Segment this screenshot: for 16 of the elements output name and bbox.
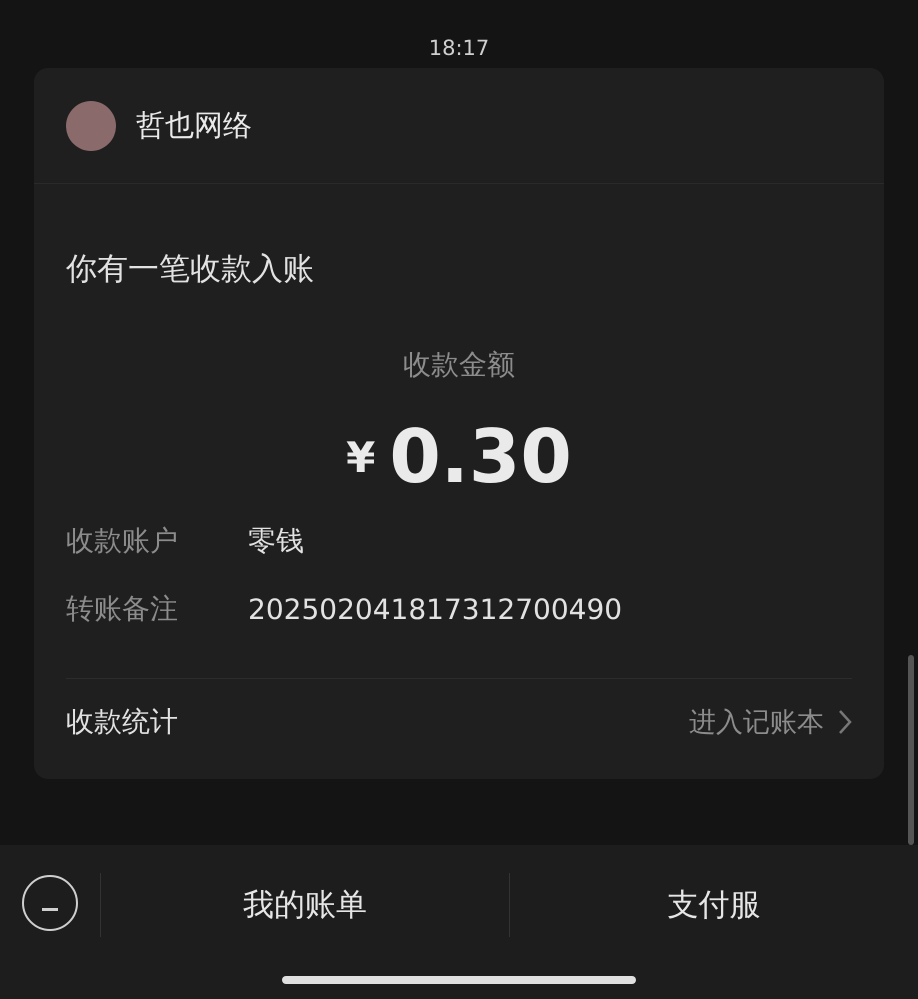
amount-value: 0.30 [389, 414, 572, 500]
menu-item[interactable]: 支付服 [509, 873, 918, 937]
ledger-link[interactable]: 进入记账本 [689, 704, 852, 740]
menu-item[interactable]: 我的账单 [100, 873, 509, 937]
detail-value: 零钱 [248, 523, 304, 559]
avatar [66, 100, 116, 150]
message-title: 你有一笔收款入账 [66, 250, 314, 289]
currency-symbol: ¥ [346, 432, 376, 482]
detail-label: 收款账户 [66, 523, 179, 559]
status-time: 18:17 [428, 36, 490, 60]
detail-value: 202502041817312700490 [248, 592, 622, 626]
chevron-icon [838, 709, 852, 735]
amount-label: 收款金额 [403, 347, 515, 383]
statistics-label: 收款统计 [66, 704, 178, 740]
detail-label: 转账备注 [66, 591, 179, 627]
sender-name: 哲也网络 [136, 106, 252, 144]
